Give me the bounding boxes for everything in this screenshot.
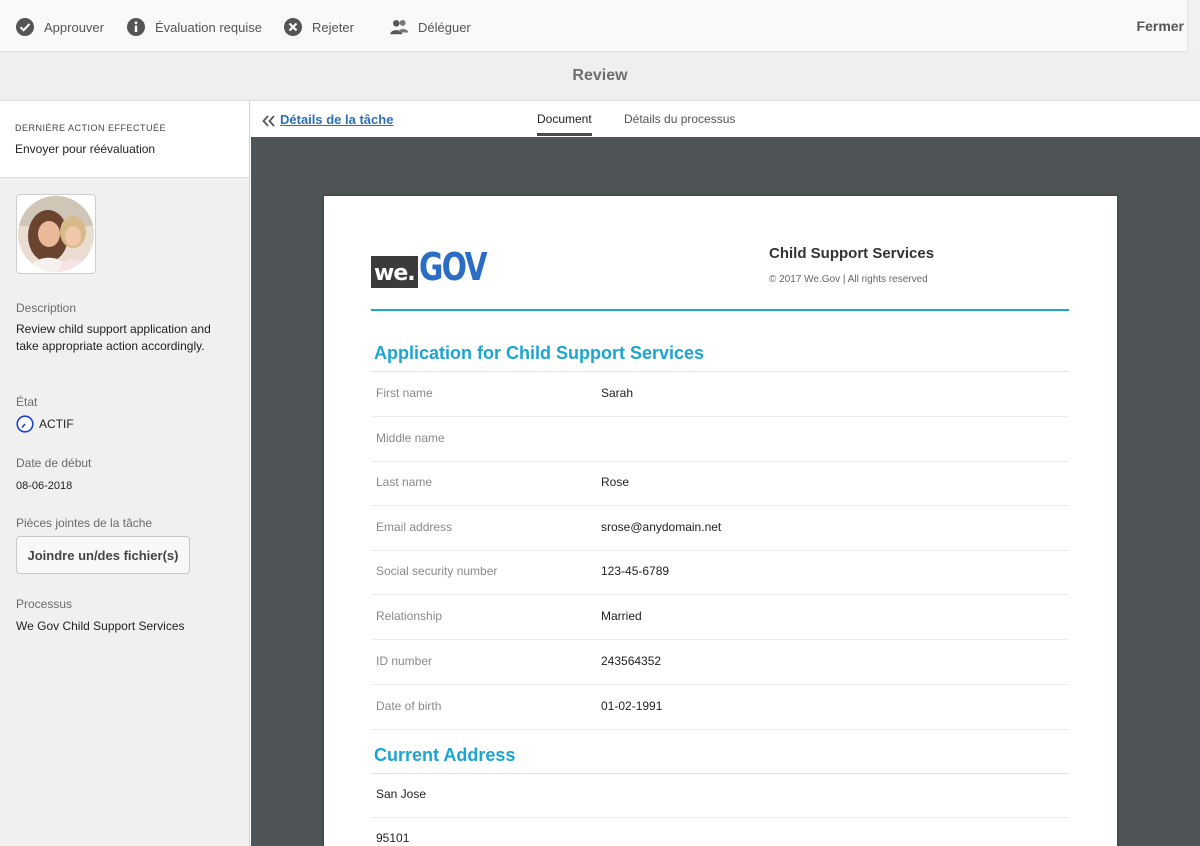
back-to-task-details-link[interactable]: Détails de la tâche — [262, 112, 393, 127]
tab-process-details[interactable]: Détails du processus — [624, 112, 735, 126]
address-row-zip: 95101 — [371, 818, 1069, 846]
reject-button[interactable]: Rejeter — [283, 16, 354, 38]
form-row-email: Email address srose@anydomain.net — [371, 506, 1069, 551]
start-date-label: Date de début — [16, 456, 92, 470]
header-divider — [371, 309, 1069, 311]
field-value: Sarah — [601, 386, 634, 400]
delegate-label: Déléguer — [418, 19, 471, 35]
back-link-label: Détails de la tâche — [280, 112, 394, 127]
state-status: ACTIF — [16, 415, 74, 433]
approve-button[interactable]: Approuver — [15, 16, 104, 38]
evaluation-required-button[interactable]: Évaluation requise — [126, 16, 262, 38]
field-value: srose@anydomain.net — [601, 520, 722, 534]
field-value: 243564352 — [601, 654, 662, 668]
last-action-caption: DERNIÈRE ACTION EFFECTUÉE — [15, 123, 167, 133]
section-title-address: Current Address — [374, 745, 516, 765]
tabs-bar: Détails de la tâche Document Détails du … — [251, 101, 1200, 137]
state-value: ACTIF — [39, 417, 74, 431]
field-label: Middle name — [376, 431, 445, 445]
attach-files-button[interactable]: Joindre un/des fichier(s) — [16, 536, 190, 574]
page-title: Review — [572, 67, 628, 84]
address-value: 95101 — [376, 831, 410, 845]
wegov-logo: we. GOV — [371, 246, 505, 288]
address-row-city: San Jose — [371, 774, 1069, 818]
field-label: Last name — [376, 475, 433, 489]
avatar — [16, 194, 96, 274]
form-row-last-name: Last name Rose — [371, 461, 1069, 506]
form-row-middle-name: Middle name — [371, 417, 1069, 462]
field-value: Married — [601, 609, 642, 623]
field-value: 01-02-1991 — [601, 699, 663, 713]
check-circle-icon — [15, 17, 35, 37]
start-date-value: 08-06-2018 — [16, 480, 73, 492]
field-value: 123-45-6789 — [601, 564, 670, 578]
form-row-relationship: Relationship Married — [371, 595, 1069, 640]
reject-label: Rejeter — [312, 19, 354, 35]
active-tab-indicator — [537, 133, 592, 136]
description-label: Description — [16, 301, 77, 315]
double-chevron-left-icon — [262, 114, 276, 127]
delegate-button[interactable]: Déléguer — [389, 16, 471, 38]
document-page: we. GOV Child Support Services © 2017 We… — [324, 196, 1117, 846]
last-action-panel: DERNIÈRE ACTION EFFECTUÉE Envoyer pour r… — [0, 101, 249, 178]
process-value: We Gov Child Support Services — [16, 619, 185, 633]
task-sidebar: DERNIÈRE ACTION EFFECTUÉE Envoyer pour r… — [0, 101, 250, 846]
field-label: First name — [376, 386, 433, 400]
field-label: Email address — [376, 520, 453, 534]
clock-icon — [16, 415, 34, 433]
last-action-value: Envoyer pour réévaluation — [15, 142, 156, 156]
field-label: Date of birth — [376, 699, 442, 713]
description-text: Review child support application and tak… — [16, 322, 211, 353]
document-viewer[interactable]: we. GOV Child Support Services © 2017 We… — [251, 137, 1200, 846]
process-label: Processus — [16, 597, 73, 611]
section-title-application: Application for Child Support Services — [374, 343, 705, 363]
field-label: Social security number — [376, 564, 498, 578]
field-label: ID number — [376, 654, 433, 668]
attachments-label: Pièces jointes de la tâche — [16, 516, 153, 530]
field-label: Relationship — [376, 609, 443, 623]
field-value: Rose — [601, 475, 630, 489]
x-circle-icon — [283, 17, 303, 37]
users-icon — [389, 17, 409, 37]
info-circle-icon — [126, 17, 146, 37]
action-toolbar: Approuver Évaluation requise Rejeter Dél… — [0, 0, 1200, 52]
logo-we: we. — [371, 256, 418, 288]
organization-name: Child Support Services — [769, 245, 935, 262]
form-row-ssn: Social security number 123-45-6789 — [371, 550, 1069, 595]
form-row-id-number: ID number 243564352 — [371, 640, 1069, 685]
tab-document[interactable]: Document — [537, 112, 592, 126]
form-row-date-of-birth: Date of birth 01-02-1991 — [371, 685, 1069, 730]
evaluation-label: Évaluation requise — [155, 19, 262, 35]
window-scrollbar[interactable] — [1187, 0, 1200, 52]
address-value: San Jose — [376, 787, 427, 801]
copyright-text: © 2017 We.Gov | All rights reserved — [769, 274, 928, 285]
approve-label: Approuver — [44, 19, 104, 35]
close-button[interactable]: Fermer — [1137, 18, 1184, 34]
logo-gov: GOV — [418, 245, 488, 289]
avatar-photo — [18, 196, 94, 272]
state-label: État — [16, 395, 38, 409]
title-bar: Review — [0, 52, 1200, 101]
form-row-first-name: First name Sarah — [371, 372, 1069, 417]
